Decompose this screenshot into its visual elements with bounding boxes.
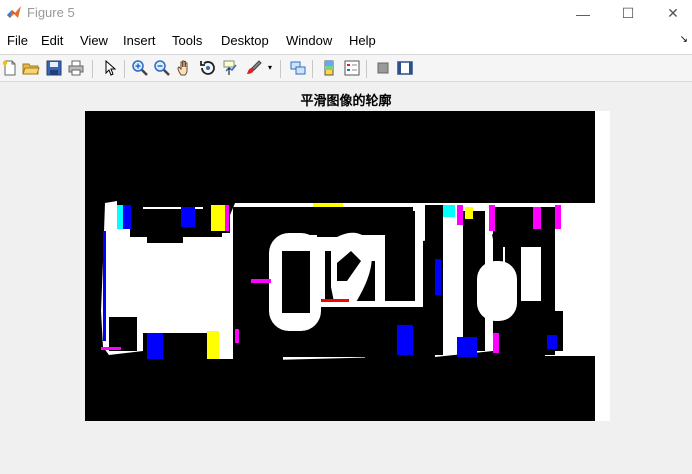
menu-edit[interactable]: Edit: [41, 33, 63, 48]
menu-file[interactable]: File: [7, 33, 28, 48]
close-icon: ✕: [667, 5, 679, 21]
maximize-icon: ☐: [621, 5, 635, 21]
open-file-icon[interactable]: [22, 59, 40, 77]
image-axes[interactable]: [85, 111, 610, 421]
brush-icon[interactable]: [245, 59, 263, 77]
zoom-out-icon[interactable]: [153, 59, 171, 77]
image-right-border: [595, 111, 610, 421]
pan-hand-icon[interactable]: [176, 59, 194, 77]
minimize-icon: —: [576, 5, 590, 22]
save-figure-icon[interactable]: [45, 59, 63, 77]
rotate-3d-icon[interactable]: [199, 59, 217, 77]
brush-dropdown-icon[interactable]: ▾: [268, 63, 272, 72]
insert-colorbar-icon[interactable]: [320, 59, 338, 77]
new-figure-icon[interactable]: [1, 59, 19, 77]
toolbar-separator: [280, 60, 281, 78]
data-cursor-icon[interactable]: [222, 59, 240, 77]
menu-desktop[interactable]: Desktop: [221, 33, 269, 48]
toolbar-separator: [366, 60, 367, 78]
insert-legend-icon[interactable]: [343, 59, 361, 77]
matlab-logo-icon: [7, 6, 21, 18]
show-plot-tools-icon[interactable]: [396, 59, 414, 77]
maximize-button[interactable]: ☐: [605, 0, 651, 27]
menu-tools[interactable]: Tools: [172, 33, 202, 48]
print-figure-icon[interactable]: [67, 59, 85, 77]
menu-help[interactable]: Help: [349, 33, 376, 48]
figure-toolbar: ▾: [0, 54, 692, 82]
menu-insert[interactable]: Insert: [123, 33, 156, 48]
edit-plot-arrow-icon[interactable]: [101, 59, 119, 77]
plot-title: 平滑图像的轮廓: [300, 94, 392, 109]
menu-bar: File Edit View Insert Tools Desktop Wind…: [0, 27, 692, 54]
toolbar-separator: [92, 60, 93, 78]
link-plot-icon[interactable]: [289, 59, 307, 77]
toolbar-separator: [124, 60, 125, 78]
toolbar-separator: [312, 60, 313, 78]
minimize-button[interactable]: —: [560, 0, 606, 27]
title-bar: Figure 5 — ☐ ✕: [0, 0, 692, 27]
zoom-in-icon[interactable]: [131, 59, 149, 77]
menu-window[interactable]: Window: [286, 33, 332, 48]
menu-view[interactable]: View: [80, 33, 108, 48]
hide-plot-tools-icon[interactable]: [374, 59, 392, 77]
dock-figure-icon[interactable]: ↘: [680, 34, 688, 45]
close-button[interactable]: ✕: [650, 0, 692, 27]
figure-window: Figure 5 — ☐ ✕ File Edit View Insert Too…: [0, 0, 692, 474]
window-title: Figure 5: [27, 5, 75, 20]
